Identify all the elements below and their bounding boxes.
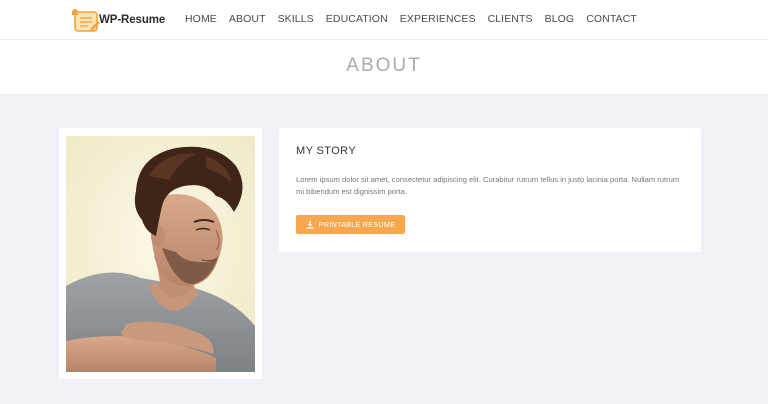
brand-logo[interactable]: WP-Resume bbox=[70, 8, 165, 34]
nav-blog[interactable]: BLOG bbox=[545, 13, 575, 25]
section-header: ABOUT bbox=[0, 40, 768, 94]
nav-skills[interactable]: SKILLS bbox=[278, 13, 314, 25]
brand-name: WP-Resume bbox=[99, 14, 166, 26]
nav-home[interactable]: HOME bbox=[185, 13, 217, 25]
profile-photo bbox=[66, 136, 255, 372]
story-text: Lorem ipsum dolor sit amet, consectetur … bbox=[296, 175, 680, 196]
nav-contact[interactable]: CONTACT bbox=[586, 13, 637, 25]
download-icon bbox=[306, 220, 314, 229]
profile-photo-card bbox=[59, 128, 262, 379]
printable-resume-label: PRINTABLE RESUME bbox=[318, 220, 396, 229]
main-menu: HOME ABOUT SKILLS EDUCATION EXPERIENCES … bbox=[185, 13, 649, 25]
nav-clients[interactable]: CLIENTS bbox=[488, 13, 533, 25]
portrait-illustration bbox=[66, 136, 255, 372]
nav-about[interactable]: ABOUT bbox=[229, 13, 266, 25]
nav-education[interactable]: EDUCATION bbox=[326, 13, 388, 25]
nav-experiences[interactable]: EXPERIENCES bbox=[400, 13, 476, 25]
story-title: MY STORY bbox=[296, 145, 357, 157]
page-title: ABOUT bbox=[346, 55, 422, 76]
top-navbar: WP-Resume HOME ABOUT SKILLS EDUCATION EX… bbox=[0, 0, 768, 40]
printable-resume-button[interactable]: PRINTABLE RESUME bbox=[296, 215, 405, 234]
story-card: MY STORY Lorem ipsum dolor sit amet, con… bbox=[279, 128, 701, 252]
